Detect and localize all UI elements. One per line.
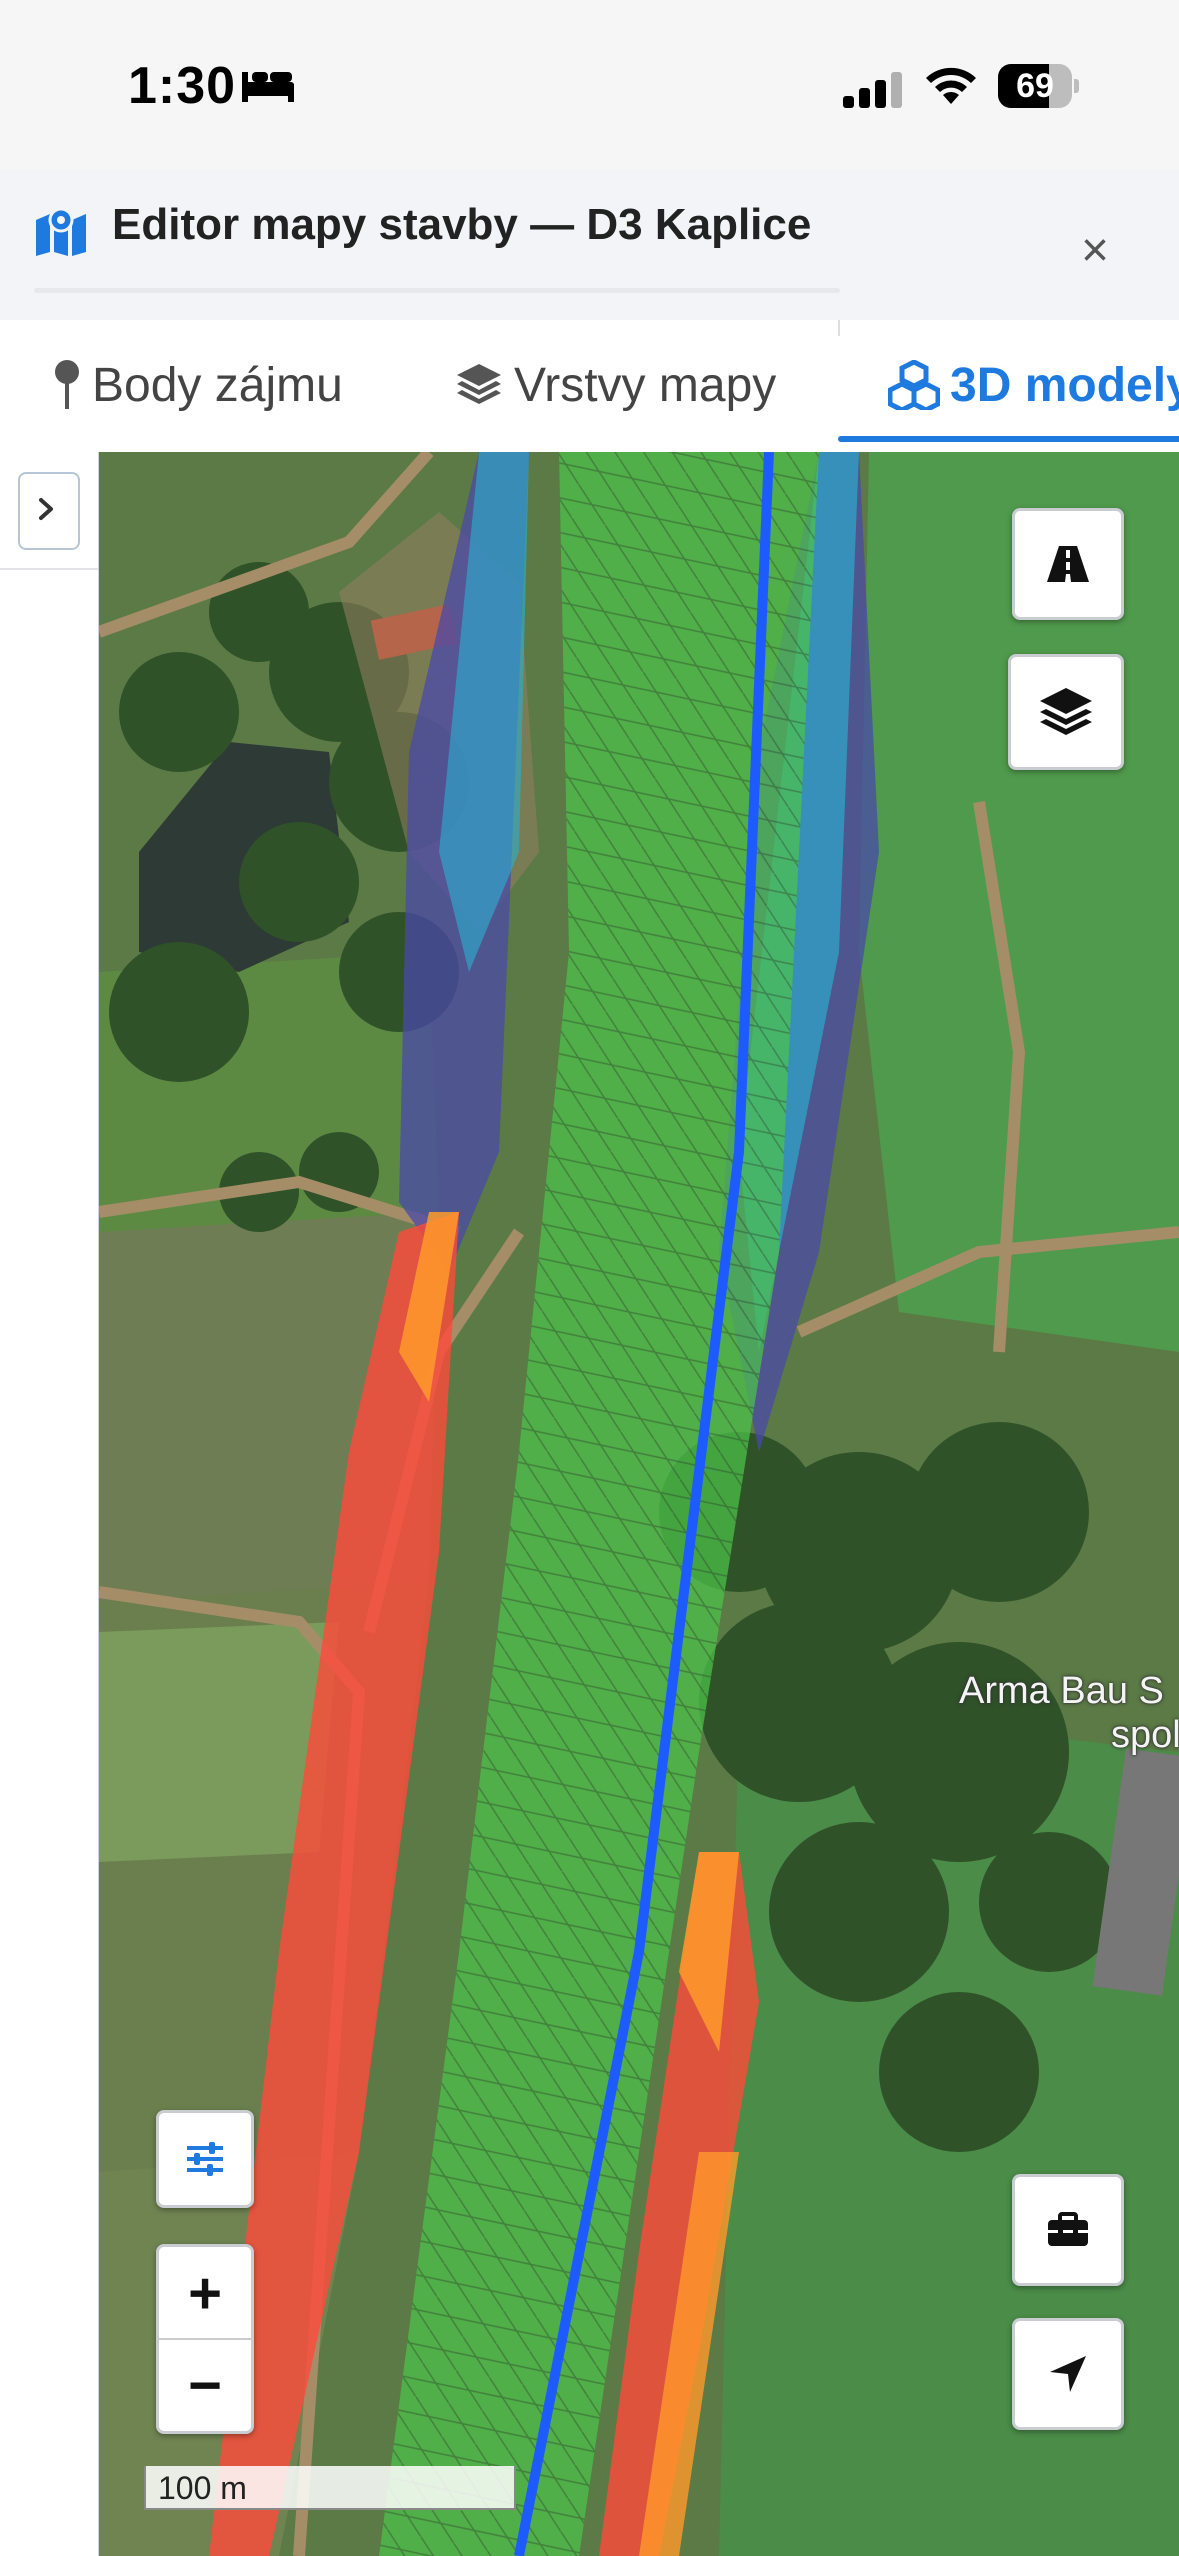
layers-icon [457,364,501,404]
scale-label: 100 m [158,2470,247,2506]
map-marker-icon [36,207,86,256]
battery-percent: 69 [1016,67,1054,105]
close-button[interactable]: × [1072,227,1118,275]
zoom-control: + − [156,2244,254,2434]
tools-button[interactable] [1012,2174,1124,2286]
sliders-icon [187,2142,223,2176]
cellular-signal-icon [843,72,902,108]
side-divider [0,568,98,570]
map-settings-button[interactable] [156,2110,254,2208]
header-divider [34,288,840,293]
sleep-mode-icon [242,72,294,102]
map-pin-icon [55,360,79,409]
page-title: Editor mapy stavby — D3 Kaplice [112,200,812,249]
road-icon [1047,546,1089,582]
tab-label: 3D modely [950,358,1179,412]
chevron-right-icon [39,498,53,520]
toolbox-icon [1048,2212,1088,2246]
map-scale-bar: 100 m [144,2466,516,2510]
place-label: Arma Bau S [959,1670,1164,1712]
road-view-button[interactable] [1012,508,1124,620]
map-layers-button[interactable] [1008,654,1124,770]
status-bar: 1:30 69 [0,0,1179,170]
location-arrow-icon [1050,2356,1086,2392]
wifi-icon [926,67,976,104]
tab-bar: Body zájmu Vrstvy mapy 3D modely [0,320,1179,454]
tab-vrstvy-mapy[interactable]: Vrstvy mapy [454,350,776,420]
zoom-out-button[interactable]: − [159,2339,251,2431]
place-label: spol [1111,1714,1179,1756]
active-tab-indicator [838,436,1179,442]
status-time: 1:30 [128,57,237,115]
tab-3d-modely[interactable]: 3D modely [888,350,1179,420]
cubes-icon [888,360,940,410]
layers-icon [1040,688,1092,735]
tab-body-zajmu[interactable]: Body zájmu [52,350,343,420]
tab-label: Vrstvy mapy [514,358,777,412]
zoom-in-button[interactable]: + [159,2247,251,2339]
expand-panel-button[interactable] [18,472,80,550]
app-header: Editor mapy stavby — D3 Kaplice [0,170,1179,322]
locate-me-button[interactable] [1012,2318,1124,2430]
tab-divider [838,320,840,336]
side-panel [0,452,100,2556]
tab-label: Body zájmu [92,358,343,412]
battery-icon: 69 [998,64,1079,108]
